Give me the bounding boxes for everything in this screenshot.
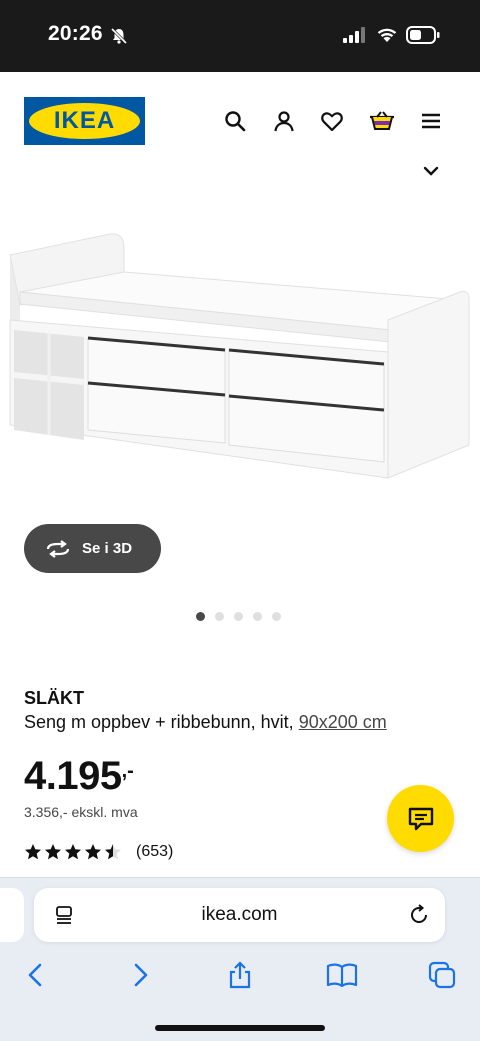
carousel-dots (196, 612, 281, 621)
rotate-3d-icon (46, 539, 70, 558)
signal-icon (343, 27, 365, 43)
carousel-dot[interactable] (215, 612, 224, 621)
size-link[interactable]: 90x200 cm (299, 712, 387, 732)
logo-oval: IKEA (29, 103, 140, 139)
chat-icon (408, 807, 433, 830)
rating[interactable]: (653) (24, 843, 173, 861)
url-field[interactable]: ikea.com (34, 888, 445, 942)
site-header: IKEA (0, 72, 480, 172)
share-icon[interactable] (226, 961, 254, 989)
carousel-dot[interactable] (272, 612, 281, 621)
price-main: 4.195 (24, 754, 122, 798)
carousel-dot[interactable] (234, 612, 243, 621)
chevron-down-icon[interactable] (423, 165, 439, 177)
back-icon[interactable] (22, 961, 50, 989)
star-icon (45, 844, 61, 860)
logo-text: IKEA (53, 107, 116, 134)
price: 4.195 ,- (24, 754, 134, 799)
rating-stars (24, 843, 122, 861)
user-icon[interactable] (272, 109, 296, 133)
heart-icon[interactable] (320, 109, 344, 133)
view-3d-button[interactable]: Se i 3D (24, 524, 161, 573)
cart-icon[interactable] (369, 109, 395, 133)
previous-tab[interactable] (0, 888, 24, 942)
view-3d-label: Se i 3D (82, 540, 133, 557)
status-bar: 20:26 (0, 0, 480, 72)
battery-icon (406, 26, 440, 44)
price-suffix: ,- (121, 760, 134, 782)
menu-icon[interactable] (419, 109, 443, 133)
star-icon (25, 844, 41, 860)
wifi-icon (377, 28, 397, 42)
chat-button[interactable] (387, 785, 454, 852)
bell-slash-icon (110, 27, 128, 45)
star-icon (65, 844, 81, 860)
star-icon (85, 844, 101, 860)
ikea-logo[interactable]: IKEA (24, 97, 145, 145)
url-text: ikea.com (201, 904, 278, 925)
price-ex-vat: 3.356,- ekskl. mva (24, 804, 138, 820)
product-description: Seng m oppbev + ribbebunn, hvit, 90x200 … (24, 712, 387, 733)
forward-icon[interactable] (126, 961, 154, 989)
product-description-text: Seng m oppbev + ribbebunn, hvit, (24, 712, 299, 732)
product-image[interactable] (0, 220, 480, 510)
tabs-icon[interactable] (428, 961, 456, 989)
search-icon[interactable] (223, 109, 247, 133)
home-indicator (155, 1025, 325, 1031)
rating-count: (653) (136, 843, 174, 860)
status-time: 20:26 (48, 22, 103, 45)
browser-toolbar: ikea.com (0, 877, 480, 1041)
carousel-dot[interactable] (253, 612, 262, 621)
star-icon (105, 844, 121, 860)
bookmarks-icon[interactable] (326, 961, 358, 989)
carousel-dot[interactable] (196, 612, 205, 621)
product-name: SLÄKT (24, 688, 84, 708)
reload-icon[interactable] (408, 904, 430, 926)
